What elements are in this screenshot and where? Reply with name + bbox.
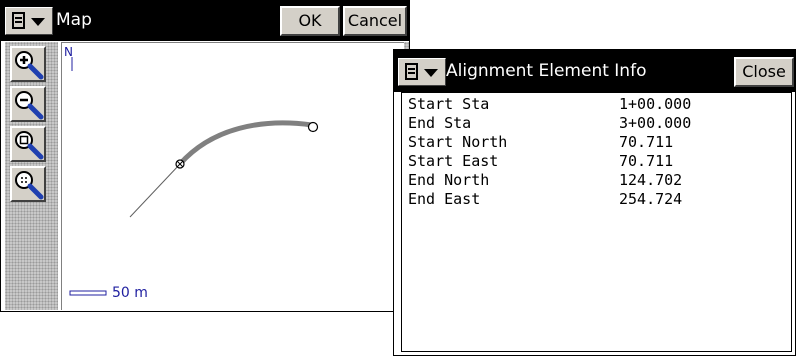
zoom-out-icon: [15, 91, 44, 120]
info-menu-button[interactable]: [398, 58, 446, 86]
close-button[interactable]: Close: [734, 57, 794, 87]
alignment-info-window: Alignment Element Info Close Start Sta 1…: [393, 49, 796, 356]
document-icon: [405, 63, 418, 80]
map-title: Map: [56, 10, 92, 30]
map-titlebar: Map OK Cancel: [1, 1, 409, 41]
cancel-button[interactable]: Cancel: [343, 6, 407, 36]
map-canvas[interactable]: N 50 m: [61, 42, 405, 310]
info-value: 70.711: [619, 152, 674, 170]
ok-button[interactable]: OK: [280, 6, 340, 36]
zoom-out-button[interactable]: [10, 86, 46, 122]
info-titlebar: Alignment Element Info Close: [394, 50, 795, 92]
info-value: 3+00.000: [619, 114, 692, 132]
info-list: Start Sta 1+00.000 End Sta 3+00.000 Star…: [401, 92, 792, 352]
info-value: 254.724: [619, 190, 683, 208]
info-label: Start North: [408, 133, 508, 151]
map-drawing: [69, 57, 319, 296]
alignment-curve: [178, 120, 313, 166]
zoom-extents-icon: [15, 171, 44, 200]
zoom-window-button[interactable]: [10, 126, 46, 162]
info-value: 124.702: [619, 171, 683, 189]
info-label: End Sta: [408, 114, 472, 132]
info-row: Start Sta 1+00.000: [408, 95, 796, 113]
zoom-in-icon: [15, 51, 44, 80]
tangent-line: [129, 163, 181, 218]
info-label: Start East: [408, 152, 499, 170]
info-value: 1+00.000: [619, 95, 692, 113]
info-value: 70.711: [619, 133, 674, 151]
scale-bar: [69, 290, 107, 296]
map-menu-button[interactable]: [5, 7, 53, 35]
zoom-window-icon: [15, 131, 44, 160]
zoom-extents-button[interactable]: [10, 166, 46, 202]
info-row: End Sta 3+00.000: [408, 114, 796, 132]
zoom-in-button[interactable]: [10, 46, 46, 82]
info-label: End East: [408, 190, 481, 208]
map-toolbar: [5, 42, 58, 310]
end-point-marker: [307, 121, 319, 133]
start-point-marker: [175, 159, 185, 169]
info-label: Start Sta: [408, 95, 490, 113]
info-label: End North: [408, 171, 490, 189]
scale-label: 50 m: [112, 285, 148, 301]
info-row: End North 124.702: [408, 171, 796, 189]
info-row: End East 254.724: [408, 190, 796, 208]
dropdown-arrow-icon: [31, 18, 45, 26]
info-row: Start North 70.711: [408, 133, 796, 151]
dropdown-arrow-icon: [424, 69, 438, 77]
map-window: Map OK Cancel N 50 m: [0, 0, 410, 312]
info-title: Alignment Element Info: [446, 61, 647, 81]
info-row: Start East 70.711: [408, 152, 796, 170]
document-icon: [12, 12, 25, 29]
